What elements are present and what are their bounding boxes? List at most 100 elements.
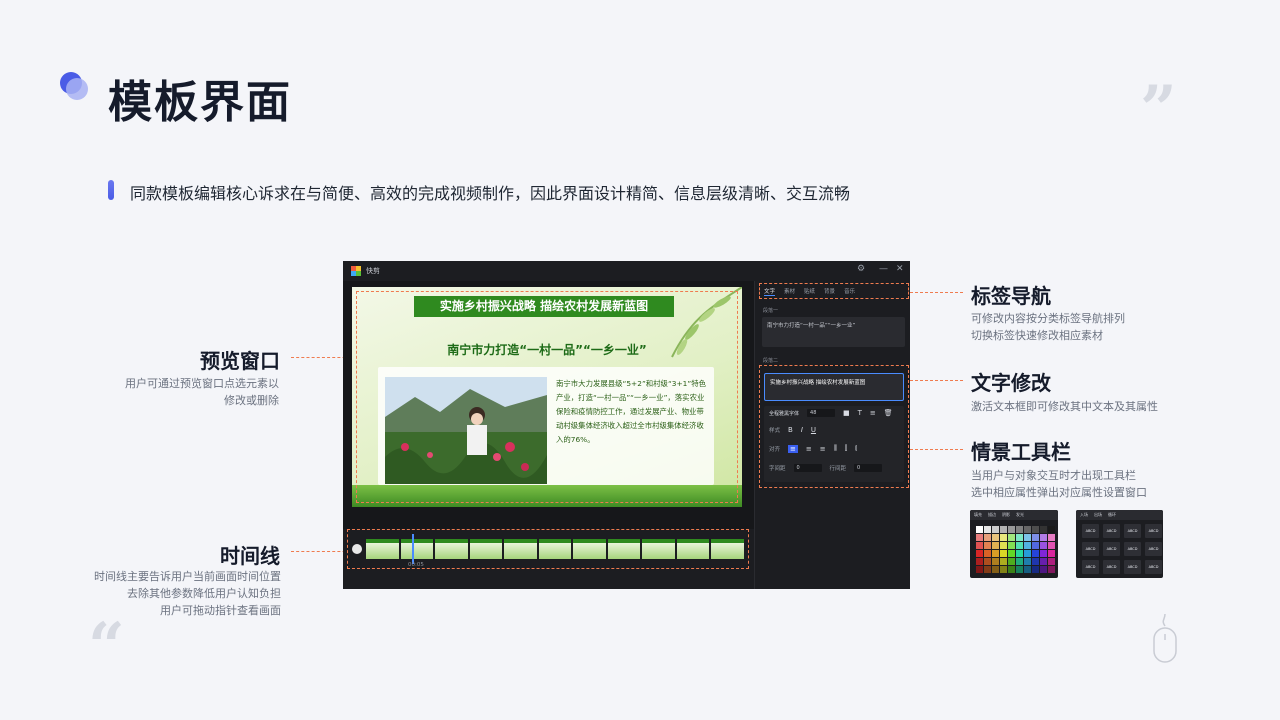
italic-button[interactable]: I xyxy=(801,426,803,434)
color-swatch[interactable] xyxy=(1000,566,1007,573)
color-swatch-icon[interactable]: ■ xyxy=(843,409,850,417)
color-swatch[interactable] xyxy=(1016,542,1023,549)
close-icon[interactable]: ✕ xyxy=(896,265,904,274)
color-swatch[interactable] xyxy=(1040,550,1047,557)
color-swatch[interactable] xyxy=(1032,566,1039,573)
style-item[interactable]: ABCD xyxy=(1124,542,1141,556)
timeline-track[interactable] xyxy=(366,539,745,559)
color-swatch[interactable] xyxy=(1032,542,1039,549)
color-swatch[interactable] xyxy=(976,550,983,557)
color-swatch[interactable] xyxy=(992,558,999,565)
color-swatch[interactable] xyxy=(1008,558,1015,565)
style-item[interactable]: ABCD xyxy=(1124,560,1141,574)
color-swatch[interactable] xyxy=(1000,550,1007,557)
color-swatch[interactable] xyxy=(1016,558,1023,565)
line-spacing-input[interactable]: 0 xyxy=(854,464,883,472)
delete-icon[interactable]: 🗑 xyxy=(884,409,893,417)
color-swatch[interactable] xyxy=(1016,550,1023,557)
color-swatch[interactable] xyxy=(1048,550,1055,557)
playhead-handle[interactable] xyxy=(412,534,414,564)
style-item[interactable]: ABCD xyxy=(1082,560,1099,574)
color-swatch[interactable] xyxy=(1048,534,1055,541)
style-item[interactable]: ABCD xyxy=(1145,560,1162,574)
align-top-icon[interactable]: ⫼ xyxy=(834,444,837,453)
color-swatch[interactable] xyxy=(984,534,991,541)
style-item[interactable]: ABCD xyxy=(1103,542,1120,556)
color-tab[interactable]: 发光 xyxy=(1016,512,1024,518)
color-swatch[interactable] xyxy=(1008,534,1015,541)
style-item[interactable]: ABCD xyxy=(1103,560,1120,574)
color-swatch[interactable] xyxy=(1008,542,1015,549)
section2-textbox-active[interactable]: 实施乡村振兴战略 描绘农村发展新蓝图 xyxy=(764,373,904,401)
style-item[interactable]: ABCD xyxy=(1082,524,1099,538)
color-swatch[interactable] xyxy=(1040,542,1047,549)
color-swatch[interactable] xyxy=(992,534,999,541)
play-icon[interactable] xyxy=(352,544,362,554)
style-item[interactable]: ABCD xyxy=(1103,524,1120,538)
tab-material[interactable]: 素材 xyxy=(784,287,795,295)
align-right-icon[interactable]: ≡ xyxy=(820,445,826,453)
style-item[interactable]: ABCD xyxy=(1082,542,1099,556)
timeline[interactable]: 00:05 xyxy=(343,529,754,589)
layer-icon[interactable]: ≡ xyxy=(870,409,876,417)
color-swatch[interactable] xyxy=(984,526,991,533)
align-bottom-icon[interactable]: ⫾ xyxy=(855,444,857,453)
color-swatch[interactable] xyxy=(1008,566,1015,573)
color-swatch[interactable] xyxy=(984,558,991,565)
color-tab[interactable]: 描边 xyxy=(988,512,996,518)
section1-textbox[interactable]: 南宁市力打造“一村一品”“一乡一业” xyxy=(762,317,905,347)
color-swatch[interactable] xyxy=(1040,526,1047,533)
align-middle-icon[interactable]: ⫿ xyxy=(845,444,847,453)
color-swatch[interactable] xyxy=(1000,526,1007,533)
color-swatch[interactable] xyxy=(1008,550,1015,557)
color-swatch[interactable] xyxy=(1008,526,1015,533)
underline-button[interactable]: U xyxy=(811,426,816,434)
tab-sticker[interactable]: 贴纸 xyxy=(804,287,815,295)
color-swatch[interactable] xyxy=(1024,526,1031,533)
color-swatch[interactable] xyxy=(1048,542,1055,549)
preview-canvas[interactable]: 实施乡村振兴战略 描绘农村发展新蓝图 南宁市力打造“一村一品”“一乡一业” 南宁… xyxy=(352,287,742,507)
color-tab[interactable]: 填充 xyxy=(974,512,982,518)
color-swatch[interactable] xyxy=(1024,566,1031,573)
font-select[interactable]: 全程雅黑字体 xyxy=(769,410,799,417)
color-swatch[interactable] xyxy=(992,566,999,573)
color-swatch[interactable] xyxy=(992,550,999,557)
color-swatch[interactable] xyxy=(1024,550,1031,557)
tab-music[interactable]: 音乐 xyxy=(844,287,855,295)
color-swatch[interactable] xyxy=(992,526,999,533)
color-swatch[interactable] xyxy=(984,542,991,549)
color-swatch[interactable] xyxy=(1040,534,1047,541)
style-item[interactable]: ABCD xyxy=(1145,542,1162,556)
color-swatch[interactable] xyxy=(1000,558,1007,565)
settings-icon[interactable]: ⚙ xyxy=(857,265,865,274)
bold-button[interactable]: B xyxy=(788,426,793,434)
color-swatch[interactable] xyxy=(1032,534,1039,541)
color-swatch[interactable] xyxy=(984,550,991,557)
color-swatch[interactable] xyxy=(1024,534,1031,541)
tab-background[interactable]: 背景 xyxy=(824,287,835,295)
color-swatch[interactable] xyxy=(976,534,983,541)
color-swatch[interactable] xyxy=(1032,558,1039,565)
color-swatch[interactable] xyxy=(1048,558,1055,565)
color-swatch[interactable] xyxy=(1040,558,1047,565)
color-swatch[interactable] xyxy=(1000,542,1007,549)
color-swatch[interactable] xyxy=(976,558,983,565)
align-left-icon[interactable]: ≡ xyxy=(788,444,798,453)
font-size-input[interactable]: 48 xyxy=(807,409,836,417)
color-swatch[interactable] xyxy=(992,542,999,549)
align-center-icon[interactable]: ≡ xyxy=(806,445,812,453)
color-swatch[interactable] xyxy=(984,566,991,573)
color-swatch[interactable] xyxy=(976,542,983,549)
color-swatch[interactable] xyxy=(1024,542,1031,549)
color-swatch[interactable] xyxy=(976,566,983,573)
color-swatch[interactable] xyxy=(976,526,983,533)
color-swatch[interactable] xyxy=(1040,566,1047,573)
preview-window[interactable]: 实施乡村振兴战略 描绘农村发展新蓝图 南宁市力打造“一村一品”“一乡一业” 南宁… xyxy=(343,281,754,529)
style-item[interactable]: ABCD xyxy=(1145,524,1162,538)
style-item[interactable]: ABCD xyxy=(1124,524,1141,538)
style-tab[interactable]: 循环 xyxy=(1108,512,1116,518)
tab-text[interactable]: 文字 xyxy=(764,287,776,296)
letter-spacing-input[interactable]: 0 xyxy=(793,464,822,472)
color-swatch[interactable] xyxy=(1024,558,1031,565)
color-tab[interactable]: 阴影 xyxy=(1002,512,1010,518)
